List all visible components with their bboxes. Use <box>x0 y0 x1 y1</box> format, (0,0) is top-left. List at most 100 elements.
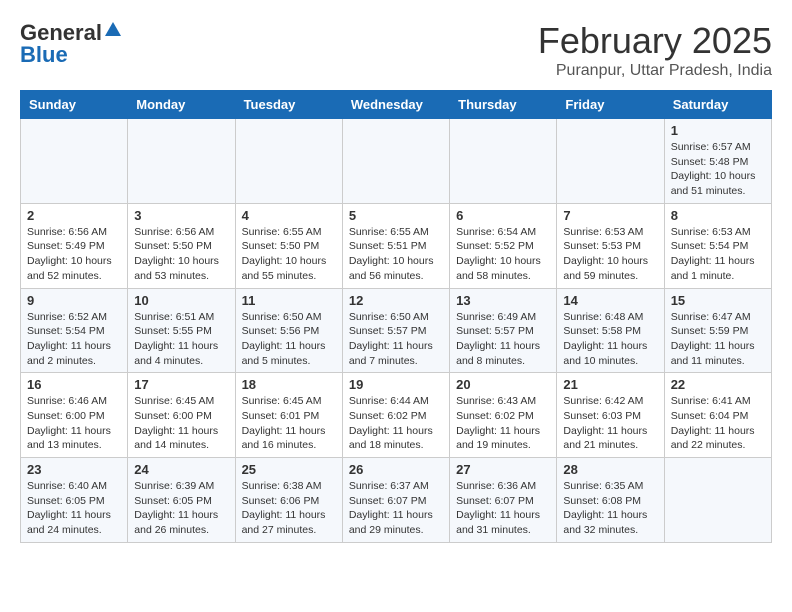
day-number: 8 <box>671 208 765 223</box>
day-info: Sunrise: 6:35 AMSunset: 6:08 PMDaylight:… <box>563 479 657 538</box>
day-info: Sunrise: 6:57 AMSunset: 5:48 PMDaylight:… <box>671 140 765 199</box>
calendar-cell <box>21 119 128 204</box>
day-number: 20 <box>456 377 550 392</box>
day-number: 6 <box>456 208 550 223</box>
calendar-cell: 9 Sunrise: 6:52 AMSunset: 5:54 PMDaylight… <box>21 288 128 373</box>
calendar-cell: 19Sunrise: 6:44 AMSunset: 6:02 PMDayligh… <box>342 373 449 458</box>
day-info: Sunrise: 6:48 AMSunset: 5:58 PMDaylight:… <box>563 310 657 369</box>
day-info: Sunrise: 6:52 AMSunset: 5:54 PMDaylight:… <box>27 310 121 369</box>
day-info: Sunrise: 6:49 AMSunset: 5:57 PMDaylight:… <box>456 310 550 369</box>
logo: General Blue <box>20 20 121 68</box>
day-info: Sunrise: 6:39 AMSunset: 6:05 PMDaylight:… <box>134 479 228 538</box>
calendar-cell <box>128 119 235 204</box>
calendar-cell: 1 Sunrise: 6:57 AMSunset: 5:48 PMDaylight… <box>664 119 771 204</box>
calendar-cell <box>450 119 557 204</box>
calendar-cell: 27 Sunrise: 6:36 AMSunset: 6:07 PMDayligh… <box>450 458 557 543</box>
calendar-cell: 13 Sunrise: 6:49 AMSunset: 5:57 PMDayligh… <box>450 288 557 373</box>
day-info: Sunrise: 6:37 AMSunset: 6:07 PMDaylight:… <box>349 479 443 538</box>
calendar-cell: 5 Sunrise: 6:55 AMSunset: 5:51 PMDaylight… <box>342 203 449 288</box>
day-info: Sunrise: 6:38 AMSunset: 6:06 PMDaylight:… <box>242 479 336 538</box>
day-info: Sunrise: 6:56 AMSunset: 5:49 PMDaylight:… <box>27 225 121 284</box>
day-number: 25 <box>242 462 336 477</box>
day-number: 18 <box>242 377 336 392</box>
day-number: 19 <box>349 377 443 392</box>
calendar-cell: 10Sunrise: 6:51 AMSunset: 5:55 PMDayligh… <box>128 288 235 373</box>
day-number: 14 <box>563 293 657 308</box>
day-info: Sunrise: 6:55 AMSunset: 5:50 PMDaylight:… <box>242 225 336 284</box>
day-header-monday: Monday <box>128 91 235 119</box>
calendar-cell: 16Sunrise: 6:46 AMSunset: 6:00 PMDayligh… <box>21 373 128 458</box>
day-number: 9 <box>27 293 121 308</box>
calendar-cell: 11 Sunrise: 6:50 AMSunset: 5:56 PMDayligh… <box>235 288 342 373</box>
calendar-cell: 15 Sunrise: 6:47 AMSunset: 5:59 PMDayligh… <box>664 288 771 373</box>
day-number: 26 <box>349 462 443 477</box>
calendar-week-row: 2 Sunrise: 6:56 AMSunset: 5:49 PMDaylight… <box>21 203 772 288</box>
day-header-friday: Friday <box>557 91 664 119</box>
calendar-cell: 24 Sunrise: 6:39 AMSunset: 6:05 PMDayligh… <box>128 458 235 543</box>
calendar-table: SundayMondayTuesdayWednesdayThursdayFrid… <box>20 90 772 543</box>
calendar-cell: 3 Sunrise: 6:56 AMSunset: 5:50 PMDaylight… <box>128 203 235 288</box>
calendar-cell: 4 Sunrise: 6:55 AMSunset: 5:50 PMDaylight… <box>235 203 342 288</box>
calendar-cell <box>664 458 771 543</box>
day-info: Sunrise: 6:47 AMSunset: 5:59 PMDaylight:… <box>671 310 765 369</box>
calendar-cell: 2 Sunrise: 6:56 AMSunset: 5:49 PMDaylight… <box>21 203 128 288</box>
day-number: 2 <box>27 208 121 223</box>
title-block: February 2025 Puranpur, Uttar Pradesh, I… <box>538 20 772 80</box>
day-info: Sunrise: 6:55 AMSunset: 5:51 PMDaylight:… <box>349 225 443 284</box>
day-info: Sunrise: 6:42 AMSunset: 6:03 PMDaylight:… <box>563 394 657 453</box>
day-header-wednesday: Wednesday <box>342 91 449 119</box>
day-number: 23 <box>27 462 121 477</box>
page-header: General Blue February 2025 Puranpur, Utt… <box>20 20 772 80</box>
day-number: 27 <box>456 462 550 477</box>
day-number: 22 <box>671 377 765 392</box>
calendar-week-row: 16Sunrise: 6:46 AMSunset: 6:00 PMDayligh… <box>21 373 772 458</box>
calendar-cell: 18 Sunrise: 6:45 AMSunset: 6:01 PMDayligh… <box>235 373 342 458</box>
logo-blue-text: Blue <box>20 42 68 68</box>
calendar-week-row: 23Sunrise: 6:40 AMSunset: 6:05 PMDayligh… <box>21 458 772 543</box>
calendar-cell: 7Sunrise: 6:53 AMSunset: 5:53 PMDaylight… <box>557 203 664 288</box>
day-number: 11 <box>242 293 336 308</box>
calendar-cell: 28 Sunrise: 6:35 AMSunset: 6:08 PMDayligh… <box>557 458 664 543</box>
calendar-week-row: 9 Sunrise: 6:52 AMSunset: 5:54 PMDaylight… <box>21 288 772 373</box>
calendar-cell <box>235 119 342 204</box>
month-title: February 2025 <box>538 20 772 62</box>
day-info: Sunrise: 6:56 AMSunset: 5:50 PMDaylight:… <box>134 225 228 284</box>
calendar-cell: 12Sunrise: 6:50 AMSunset: 5:57 PMDayligh… <box>342 288 449 373</box>
day-number: 21 <box>563 377 657 392</box>
calendar-cell: 26 Sunrise: 6:37 AMSunset: 6:07 PMDayligh… <box>342 458 449 543</box>
day-info: Sunrise: 6:43 AMSunset: 6:02 PMDaylight:… <box>456 394 550 453</box>
calendar-cell: 20 Sunrise: 6:43 AMSunset: 6:02 PMDayligh… <box>450 373 557 458</box>
day-info: Sunrise: 6:51 AMSunset: 5:55 PMDaylight:… <box>134 310 228 369</box>
day-number: 3 <box>134 208 228 223</box>
day-number: 28 <box>563 462 657 477</box>
day-info: Sunrise: 6:45 AMSunset: 6:00 PMDaylight:… <box>134 394 228 453</box>
calendar-cell: 25 Sunrise: 6:38 AMSunset: 6:06 PMDayligh… <box>235 458 342 543</box>
day-header-saturday: Saturday <box>664 91 771 119</box>
day-header-tuesday: Tuesday <box>235 91 342 119</box>
day-number: 15 <box>671 293 765 308</box>
day-info: Sunrise: 6:41 AMSunset: 6:04 PMDaylight:… <box>671 394 765 453</box>
calendar-cell: 21 Sunrise: 6:42 AMSunset: 6:03 PMDayligh… <box>557 373 664 458</box>
logo-triangle-icon <box>105 22 121 41</box>
day-number: 5 <box>349 208 443 223</box>
day-number: 4 <box>242 208 336 223</box>
day-info: Sunrise: 6:54 AMSunset: 5:52 PMDaylight:… <box>456 225 550 284</box>
day-number: 1 <box>671 123 765 138</box>
day-info: Sunrise: 6:50 AMSunset: 5:56 PMDaylight:… <box>242 310 336 369</box>
calendar-week-row: 1 Sunrise: 6:57 AMSunset: 5:48 PMDaylight… <box>21 119 772 204</box>
calendar-header-row: SundayMondayTuesdayWednesdayThursdayFrid… <box>21 91 772 119</box>
location-title: Puranpur, Uttar Pradesh, India <box>538 62 772 80</box>
calendar-cell: 14 Sunrise: 6:48 AMSunset: 5:58 PMDayligh… <box>557 288 664 373</box>
calendar-cell: 8Sunrise: 6:53 AMSunset: 5:54 PMDaylight… <box>664 203 771 288</box>
day-header-sunday: Sunday <box>21 91 128 119</box>
calendar-cell: 17Sunrise: 6:45 AMSunset: 6:00 PMDayligh… <box>128 373 235 458</box>
calendar-cell <box>557 119 664 204</box>
day-number: 13 <box>456 293 550 308</box>
day-info: Sunrise: 6:45 AMSunset: 6:01 PMDaylight:… <box>242 394 336 453</box>
day-info: Sunrise: 6:36 AMSunset: 6:07 PMDaylight:… <box>456 479 550 538</box>
calendar-cell <box>342 119 449 204</box>
day-number: 24 <box>134 462 228 477</box>
day-number: 12 <box>349 293 443 308</box>
day-info: Sunrise: 6:46 AMSunset: 6:00 PMDaylight:… <box>27 394 121 453</box>
calendar-cell: 22 Sunrise: 6:41 AMSunset: 6:04 PMDayligh… <box>664 373 771 458</box>
